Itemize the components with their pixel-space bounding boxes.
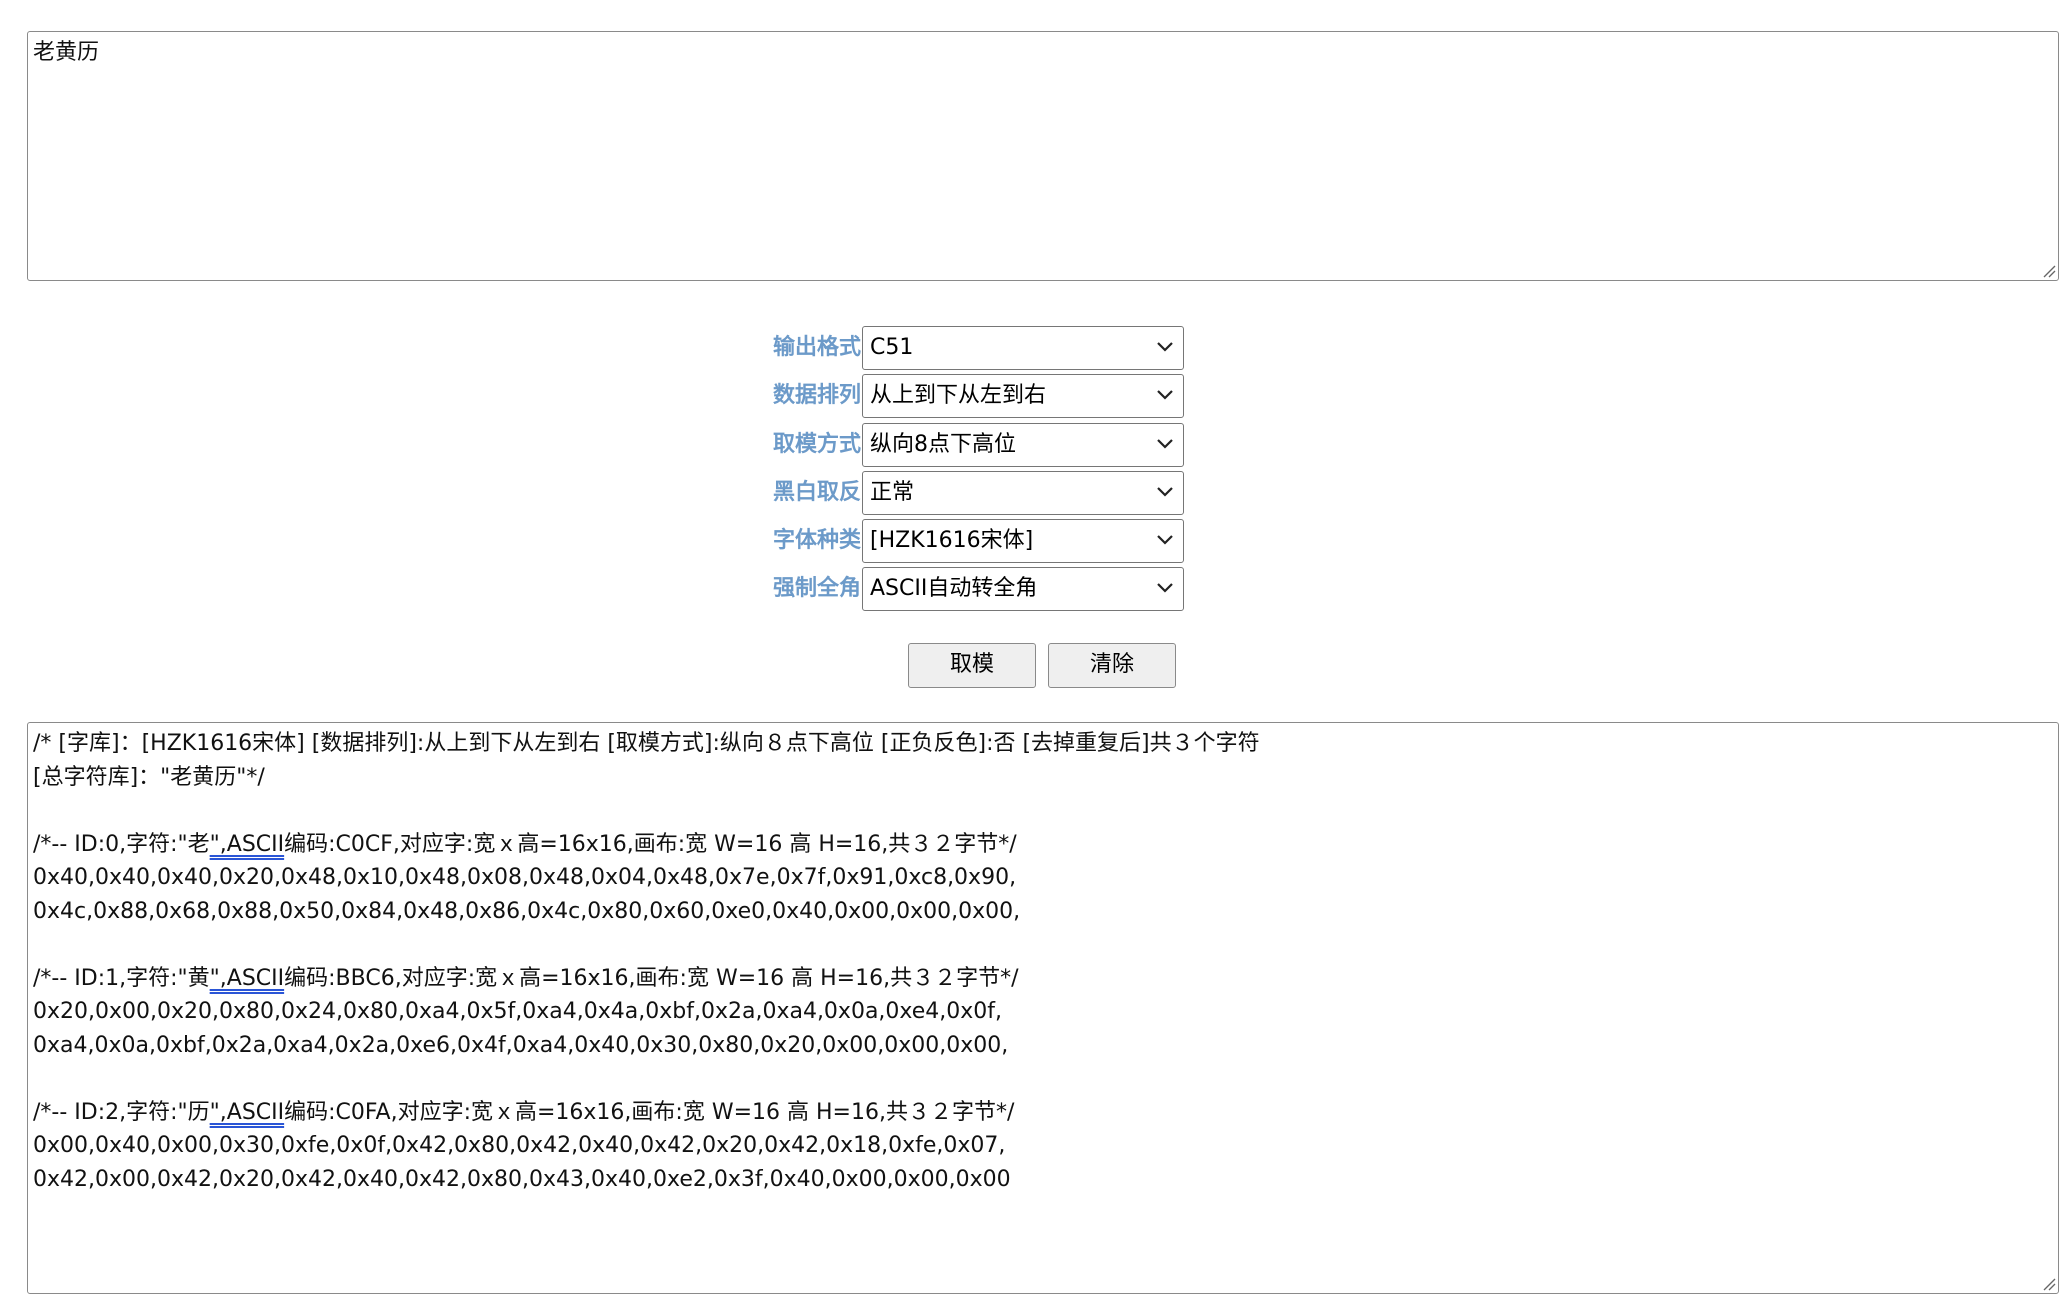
chevron-down-icon xyxy=(1157,487,1173,497)
output-format-value: C51 xyxy=(870,335,914,360)
output-textarea[interactable]: /* [字库]：[HZK1616宋体] [数据排列]:从上到下从左到右 [取模方… xyxy=(27,722,2059,1294)
scan-mode-value: 纵向8点下高位 xyxy=(870,432,1016,457)
char-comment: /*-- ID:0,字符:"老",ASCII编码:C0CF,对应字:宽ｘ高=16… xyxy=(33,831,1017,857)
ascii-link[interactable]: ",ASCII xyxy=(210,832,284,857)
chevron-down-icon xyxy=(1157,535,1173,545)
option-row-data-order: 数据排列 从上到下从左到右 xyxy=(700,374,1185,418)
resize-grip-icon[interactable] xyxy=(2042,264,2056,278)
fullwidth-label: 强制全角 xyxy=(772,576,861,601)
hex-data-line: 0x20,0x00,0x20,0x80,0x24,0x80,0xa4,0x5f,… xyxy=(33,999,1003,1024)
hex-data-line: 0x00,0x40,0x00,0x30,0xfe,0x0f,0x42,0x80,… xyxy=(33,1133,1006,1158)
hex-data-line: 0x40,0x40,0x40,0x20,0x48,0x10,0x48,0x08,… xyxy=(33,865,1017,890)
data-order-select[interactable]: 从上到下从左到右 xyxy=(862,374,1184,418)
char-comment: /*-- ID:1,字符:"黄",ASCII编码:BBC6,对应字:宽ｘ高=16… xyxy=(33,965,1019,991)
scan-mode-label: 取模方式 xyxy=(772,432,861,457)
chevron-down-icon xyxy=(1157,342,1173,352)
output-format-select[interactable]: C51 xyxy=(862,326,1184,370)
scan-mode-select[interactable]: 纵向8点下高位 xyxy=(862,423,1184,467)
chevron-down-icon xyxy=(1157,439,1173,449)
fullwidth-select[interactable]: ASCII自动转全角 xyxy=(862,567,1184,611)
data-order-label: 数据排列 xyxy=(772,383,861,408)
option-row-output-format: 输出格式 C51 xyxy=(700,326,1185,370)
option-row-invert: 黑白取反 正常 xyxy=(700,471,1185,515)
font-select[interactable]: [HZK1616宋体] xyxy=(862,519,1184,563)
option-row-fullwidth: 强制全角 ASCII自动转全角 xyxy=(700,567,1185,611)
chevron-down-icon xyxy=(1157,390,1173,400)
clear-button[interactable]: 清除 xyxy=(1048,643,1176,688)
output-header-line: /* [字库]：[HZK1616宋体] [数据排列]:从上到下从左到右 [取模方… xyxy=(33,731,1260,756)
char-comment: /*-- ID:2,字符:"历",ASCII编码:C0FA,对应字:宽ｘ高=16… xyxy=(33,1099,1015,1125)
hex-data-line: 0x4c,0x88,0x68,0x88,0x50,0x84,0x48,0x86,… xyxy=(33,898,1021,924)
option-row-font: 字体种类 [HZK1616宋体] xyxy=(700,519,1185,563)
invert-label: 黑白取反 xyxy=(772,480,861,505)
fullwidth-value: ASCII自动转全角 xyxy=(870,576,1038,601)
generate-button[interactable]: 取模 xyxy=(908,643,1036,688)
option-row-scan-mode: 取模方式 纵向8点下高位 xyxy=(700,423,1185,467)
font-value: [HZK1616宋体] xyxy=(870,528,1034,553)
output-header-line: [总字符库]："老黄历"*/ xyxy=(33,764,265,790)
data-order-value: 从上到下从左到右 xyxy=(870,383,1047,408)
invert-select[interactable]: 正常 xyxy=(862,471,1184,515)
chevron-down-icon xyxy=(1157,583,1173,593)
ascii-link[interactable]: ",ASCII xyxy=(210,1100,284,1125)
resize-grip-icon[interactable] xyxy=(2042,1277,2056,1291)
hex-data-line: 0x42,0x00,0x42,0x20,0x42,0x40,0x42,0x80,… xyxy=(33,1166,1011,1192)
invert-value: 正常 xyxy=(870,480,915,505)
font-label: 字体种类 xyxy=(772,528,861,553)
input-text: 老黄历 xyxy=(33,40,100,65)
input-textarea[interactable]: 老黄历 xyxy=(27,31,2059,281)
hex-data-line: 0xa4,0x0a,0xbf,0x2a,0xa4,0x2a,0xe6,0x4f,… xyxy=(33,1032,1009,1058)
ascii-link[interactable]: ",ASCII xyxy=(210,966,284,991)
output-format-label: 输出格式 xyxy=(772,335,861,360)
